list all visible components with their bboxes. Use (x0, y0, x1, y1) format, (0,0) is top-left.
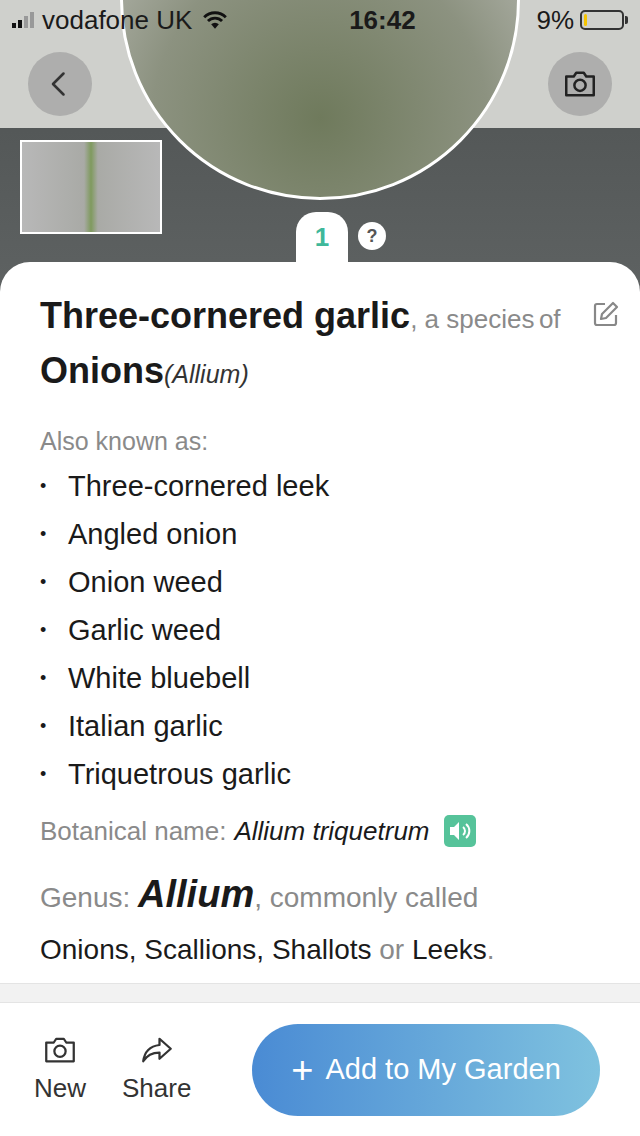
plant-title: Three-cornered garlic, a species of Onio… (40, 292, 582, 402)
alias-list: •Three-cornered leek•Angled onion•Onion … (40, 462, 620, 798)
botanical-label: Botanical name: (40, 809, 226, 853)
edit-icon[interactable] (592, 300, 620, 328)
bottom-toolbar: New Share +Add to My Garden (0, 1003, 640, 1136)
aliases-label: Also known as: (40, 422, 620, 460)
add-to-garden-button[interactable]: +Add to My Garden (252, 1024, 600, 1116)
share-arrow-icon (139, 1035, 175, 1065)
genus-latin: (Allium) (164, 360, 249, 388)
genus-label: Genus: (40, 882, 130, 913)
back-button[interactable] (28, 52, 92, 116)
battery-percent: 9% (536, 5, 574, 36)
genus-last-name[interactable]: Leeks (412, 934, 487, 965)
camera-icon (562, 69, 598, 99)
plant-info-card: Three-cornered garlic, a species of Onio… (0, 262, 640, 983)
genus-common[interactable]: Onions (40, 350, 164, 391)
genus-common-names[interactable]: Onions, Scallions, Shallots (40, 934, 372, 965)
botanical-name: Botanical name: Allium triquetrum (40, 809, 620, 853)
photo-header: vodafone UK 16:42 9% 1 ? (0, 0, 640, 292)
species-of: , a species (410, 304, 534, 334)
signal-icon (12, 12, 36, 28)
clock: 16:42 (349, 5, 416, 36)
alias-item: •White bluebell (40, 654, 620, 702)
botanical-value: Allium triquetrum (234, 809, 429, 853)
genus-info: Genus: Allium, commonly called Onions, S… (40, 868, 620, 976)
divider (0, 983, 640, 1003)
alias-item: •Onion weed (40, 558, 620, 606)
alias-item: •Garlic weed (40, 606, 620, 654)
status-bar: vodafone UK 16:42 9% (0, 0, 640, 40)
alias-item: •Three-cornered leek (40, 462, 620, 510)
alias-item: •Angled onion (40, 510, 620, 558)
title-row: Three-cornered garlic, a species of Onio… (40, 292, 620, 402)
camera-icon (42, 1035, 78, 1065)
share-button[interactable]: Share (118, 1035, 195, 1104)
speaker-icon[interactable] (444, 815, 476, 847)
chevron-left-icon (46, 70, 74, 98)
genus-value[interactable]: Allium (138, 873, 254, 915)
plant-screen: vodafone UK 16:42 9% 1 ? Three-cornered … (0, 0, 640, 1136)
of-word: of (539, 304, 561, 334)
wifi-icon (202, 10, 228, 30)
photo-thumbnail[interactable] (20, 140, 162, 234)
battery-icon (580, 10, 624, 30)
alias-item: •Italian garlic (40, 702, 620, 750)
camera-button[interactable] (548, 52, 612, 116)
new-button[interactable]: New (30, 1035, 90, 1104)
genus-suffix: , commonly called (254, 882, 478, 913)
or-word: or (379, 934, 404, 965)
plant-name: Three-cornered garlic (40, 295, 410, 336)
carrier: vodafone UK (42, 5, 192, 36)
alias-item: •Triquetrous garlic (40, 750, 620, 798)
help-button[interactable]: ? (358, 222, 386, 250)
